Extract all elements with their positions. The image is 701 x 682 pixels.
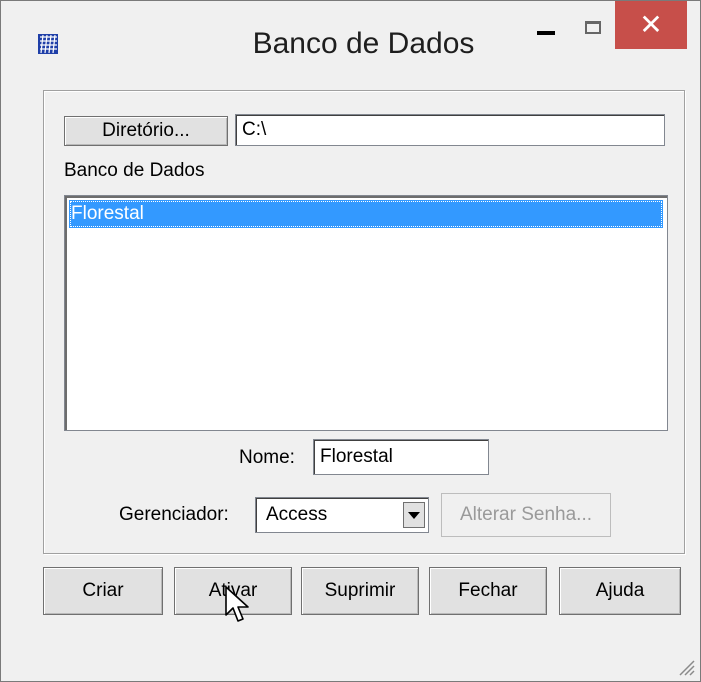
directory-button[interactable]: Diretório... xyxy=(64,116,228,146)
close-dialog-button[interactable]: Fechar xyxy=(429,567,547,615)
maximize-button[interactable] xyxy=(569,1,619,49)
minimize-icon xyxy=(537,31,555,35)
minimize-button[interactable] xyxy=(519,1,573,49)
list-item[interactable]: Florestal xyxy=(69,200,663,228)
create-button[interactable]: Criar xyxy=(43,567,163,615)
manager-select-value: Access xyxy=(266,504,328,525)
activate-button[interactable]: Ativar xyxy=(174,567,292,615)
resize-grip-icon[interactable] xyxy=(674,655,696,677)
manager-label: Gerenciador: xyxy=(119,504,229,525)
directory-path-field[interactable]: C:\ xyxy=(235,114,665,146)
name-field[interactable]: Florestal xyxy=(313,439,489,475)
delete-button[interactable]: Suprimir xyxy=(301,567,419,615)
dialog-window: Banco de Dados ✕ Diretório... C:\ Banco … xyxy=(0,0,701,682)
dropdown-button[interactable] xyxy=(403,502,425,528)
title-bar[interactable]: Banco de Dados ✕ xyxy=(1,1,700,89)
database-listbox[interactable]: Florestal xyxy=(64,195,668,431)
maximize-icon xyxy=(585,21,601,34)
close-icon: ✕ xyxy=(639,8,663,41)
database-list-label: Banco de Dados xyxy=(64,160,205,181)
manager-select[interactable]: Access xyxy=(255,497,429,533)
close-button[interactable]: ✕ xyxy=(615,1,687,49)
change-password-button[interactable]: Alterar Senha... xyxy=(441,493,611,537)
chevron-down-icon xyxy=(408,512,420,519)
name-label: Nome: xyxy=(239,447,295,468)
help-button[interactable]: Ajuda xyxy=(559,567,681,615)
